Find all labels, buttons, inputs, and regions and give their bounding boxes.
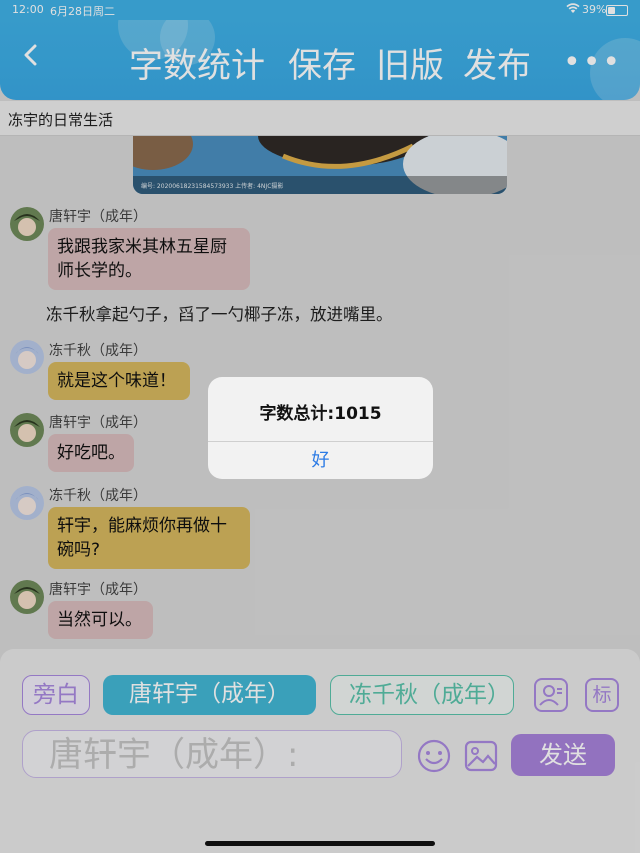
- speaker-name: 冻千秋（成年）: [49, 343, 147, 359]
- dialog-title: 字数总计:1015: [259, 404, 382, 424]
- avatar-tang-xuanyu[interactable]: [10, 580, 44, 614]
- status-date: 6月28日周二: [50, 5, 115, 18]
- avatar-tang-xuanyu[interactable]: [10, 207, 44, 241]
- avatar-dong-qianqiu[interactable]: [10, 486, 44, 520]
- mark-button[interactable]: 标: [585, 678, 619, 712]
- battery-icon: [606, 5, 628, 16]
- status-bar: 12:00 6月28日周二 39%: [0, 0, 640, 20]
- image-icon[interactable]: [463, 738, 499, 774]
- publish-button[interactable]: 发布: [463, 46, 531, 86]
- avatar-tang-xuanyu[interactable]: [10, 413, 44, 447]
- word-count-dialog: 字数总计:1015 好: [208, 377, 433, 479]
- word-count-button[interactable]: 字数统计: [129, 46, 265, 86]
- story-title: 冻宇的日常生活: [8, 111, 114, 129]
- message-input-placeholder: 唐轩宇（成年）:: [49, 735, 299, 775]
- character-manage-icon[interactable]: [534, 678, 568, 712]
- photo-caption: 编号: 20200618231584573933 上传者: 4NJC摄影: [141, 183, 284, 190]
- nav-bar: 字数统计 保存 旧版 发布 •••: [0, 20, 640, 100]
- battery-percent: 39%: [582, 3, 607, 16]
- home-indicator[interactable]: [205, 841, 435, 846]
- message-input[interactable]: 唐轩宇（成年）:: [22, 730, 402, 778]
- more-options-button[interactable]: •••: [563, 48, 622, 78]
- role-tang-xuanyu-button[interactable]: 唐轩宇（成年）: [103, 675, 316, 715]
- role-dong-qianqiu-button[interactable]: 冻千秋（成年）: [330, 675, 514, 715]
- avatar-dong-qianqiu[interactable]: [10, 340, 44, 374]
- speaker-name: 唐轩宇（成年）: [49, 415, 147, 431]
- role-aside-button[interactable]: 旁白: [22, 675, 90, 715]
- send-button[interactable]: 发送: [511, 734, 615, 776]
- status-time: 12:00: [12, 3, 44, 16]
- message-bubble[interactable]: 当然可以。: [48, 601, 153, 639]
- speaker-name: 唐轩宇（成年）: [49, 582, 147, 598]
- speaker-name: 唐轩宇（成年）: [49, 209, 147, 225]
- message-bubble[interactable]: 轩宇，能麻烦你再做十碗吗?: [48, 507, 250, 569]
- back-icon[interactable]: [20, 44, 42, 66]
- story-title-bar: 冻宇的日常生活: [0, 101, 640, 136]
- old-version-button[interactable]: 旧版: [376, 46, 444, 86]
- message-bubble[interactable]: 好吃吧。: [48, 434, 134, 472]
- save-button[interactable]: 保存: [288, 46, 356, 86]
- speaker-name: 冻千秋（成年）: [49, 488, 147, 504]
- dialog-ok-button[interactable]: 好: [208, 442, 433, 479]
- message-bubble[interactable]: 我跟我家米其林五星厨师长学的。: [48, 228, 250, 290]
- message-bubble[interactable]: 就是这个味道！: [48, 362, 190, 400]
- narration-text[interactable]: 冻千秋拿起勺子，舀了一勺椰子冻，放进嘴里。: [46, 301, 393, 325]
- emoji-icon[interactable]: [416, 738, 452, 774]
- wifi-icon: [566, 3, 580, 13]
- story-photo[interactable]: 编号: 20200618231584573933 上传者: 4NJC摄影: [133, 136, 507, 194]
